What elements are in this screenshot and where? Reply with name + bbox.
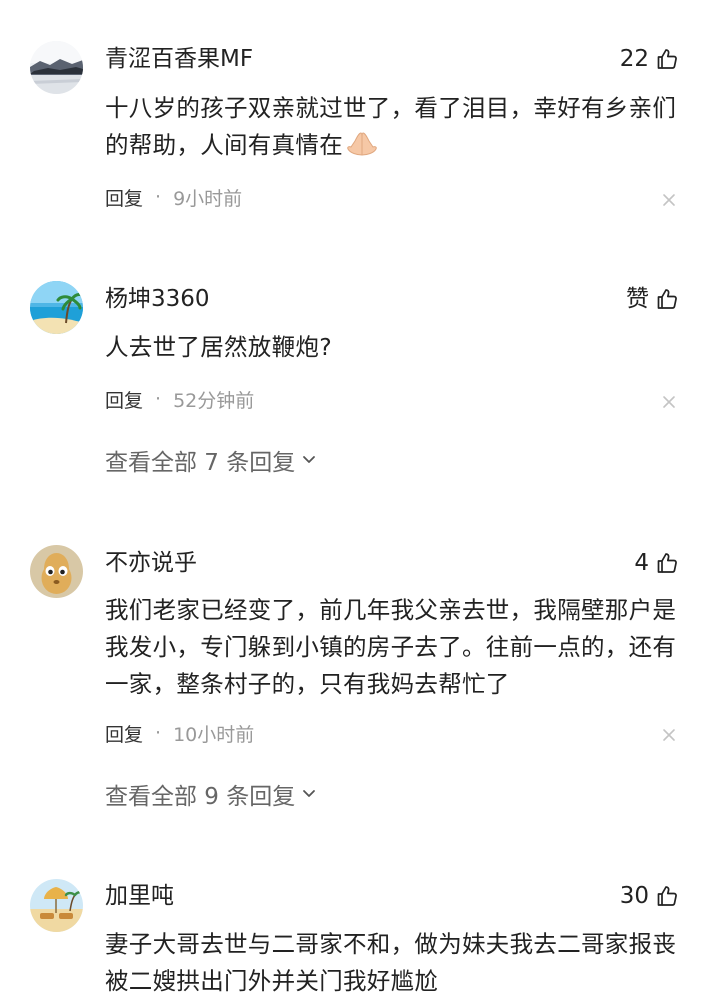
- view-all-replies-link[interactable]: 查看全部 9 条回复: [105, 778, 317, 810]
- comment-text: 十八岁的孩子双亲就过世了，看了泪目，幸好有乡亲们的帮助，人间有真情在: [105, 90, 685, 168]
- comment-text: 我们老家已经变了，前几年我父亲去世，我隔壁那户是我发小，专门躲到小镇的房子去了。…: [105, 596, 677, 698]
- separator-dot: ·: [155, 186, 162, 208]
- thumbs-up-icon: [655, 884, 679, 908]
- username[interactable]: 杨坤3360: [105, 284, 210, 314]
- reply-button[interactable]: 回复: [105, 386, 143, 413]
- like-button[interactable]: 赞: [626, 284, 679, 314]
- username[interactable]: 青涩百香果MF: [105, 44, 253, 74]
- folded-hands-emoji: [345, 131, 379, 168]
- reply-button[interactable]: 回复: [105, 184, 143, 211]
- avatar[interactable]: [30, 545, 83, 598]
- timestamp: 9小时前: [173, 187, 243, 210]
- timestamp: 52分钟前: [173, 389, 255, 412]
- thumbs-up-icon: [655, 287, 679, 311]
- avatar[interactable]: [30, 879, 83, 932]
- like-count: 22: [619, 46, 649, 72]
- like-button[interactable]: 4: [634, 548, 679, 578]
- like-count: 30: [619, 883, 649, 909]
- timestamp: 10小时前: [173, 723, 255, 746]
- view-replies-label: 查看全部 9 条回复: [105, 784, 296, 810]
- reply-button[interactable]: 回复: [105, 720, 143, 747]
- view-replies-label: 查看全部 7 条回复: [105, 450, 296, 476]
- thumbs-up-icon: [655, 47, 679, 71]
- separator-dot: ·: [155, 722, 162, 744]
- thumbs-up-icon: [655, 551, 679, 575]
- close-icon[interactable]: [661, 394, 677, 410]
- like-count: 赞: [626, 286, 649, 312]
- comment-text: 人去世了居然放鞭炮?: [105, 333, 332, 361]
- comment-meta: 回复 · 52分钟前: [105, 385, 254, 413]
- chevron-down-icon: [301, 781, 317, 807]
- chevron-down-icon: [301, 447, 317, 473]
- like-button[interactable]: 22: [620, 44, 679, 74]
- avatar[interactable]: [30, 41, 83, 94]
- separator-dot: ·: [155, 388, 162, 410]
- close-icon[interactable]: [661, 192, 677, 208]
- comment-text-content: 十八岁的孩子双亲就过世了，看了泪目，幸好有乡亲们的帮助，人间有真情在: [105, 94, 677, 159]
- close-icon[interactable]: [661, 727, 677, 743]
- comment-meta: 回复 · 10小时前: [105, 719, 254, 747]
- username[interactable]: 加里吨: [105, 881, 174, 911]
- username[interactable]: 不亦说乎: [105, 548, 197, 578]
- like-count: 4: [634, 550, 649, 576]
- avatar[interactable]: [30, 281, 83, 334]
- view-all-replies-link[interactable]: 查看全部 7 条回复: [105, 444, 317, 476]
- comment-meta: 回复 · 9小时前: [105, 183, 242, 211]
- comment-text: 妻子大哥去世与二哥家不和，做为妹夫我去二哥家报丧被二嫂拱出门外并关门我好尴尬: [105, 930, 677, 995]
- like-button[interactable]: 30: [620, 881, 679, 911]
